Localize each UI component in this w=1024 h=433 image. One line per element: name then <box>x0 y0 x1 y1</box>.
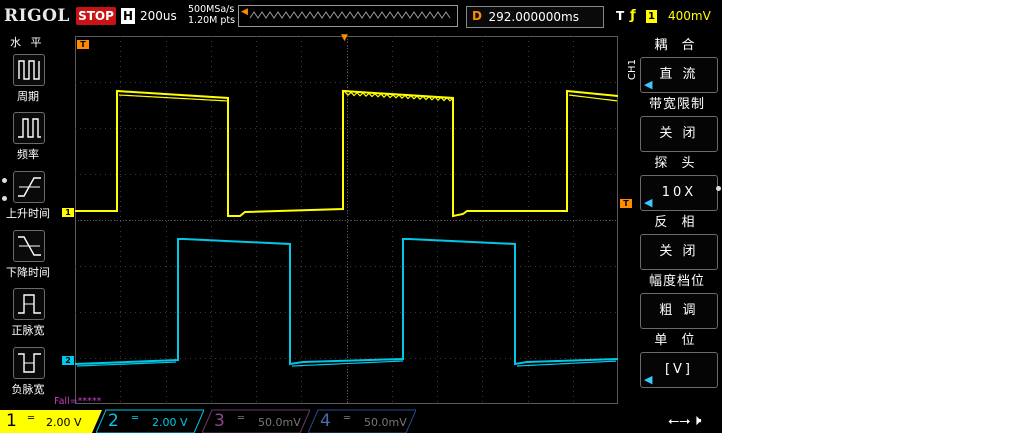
probe-value: 10X <box>661 185 697 200</box>
menu-title: 单 位 <box>654 333 700 348</box>
grid-svg <box>74 36 619 404</box>
negative-width-icon <box>13 347 45 379</box>
ch4-tab[interactable]: 4 ═ 50.0mV <box>316 410 416 431</box>
ch3-number: 3 <box>214 411 225 431</box>
ch1-number: 1 <box>6 411 17 431</box>
measure-label: 周期 <box>17 90 39 103</box>
page-indicator-icon <box>716 186 721 191</box>
scale-value: 粗 调 <box>659 303 699 318</box>
menu-title: 探 头 <box>654 156 700 171</box>
menu-volts-scale[interactable]: 幅度档位 粗 调 <box>635 272 719 329</box>
measure-period[interactable]: 周期 <box>0 54 56 106</box>
ch2-scale: 2.00 V <box>152 416 188 429</box>
status-bar: RIGOL STOP H 200us 500MSa/s 1.20M pts ◀ … <box>0 0 722 32</box>
ch1-offset-marker[interactable]: 1 <box>62 208 74 217</box>
memory-overview[interactable]: ◀ <box>238 5 458 27</box>
trigger-position-marker[interactable]: T <box>77 40 89 49</box>
rising-edge-icon: ƒ <box>630 8 636 23</box>
timebase-value[interactable]: 200us <box>140 9 177 23</box>
measure-negative-width[interactable]: 负脉宽 <box>0 347 56 399</box>
trigger-source: 1 <box>646 10 657 23</box>
channel-menu: CH1 耦 合 ◀ 直 流 带宽限制 关 闭 探 头 ◀ 10X 反 相 关 闭 <box>627 34 722 408</box>
dc-coupling-icon: ═ <box>238 413 245 424</box>
measurement-result: Fall=***** <box>54 396 102 407</box>
ch3-scale: 50.0mV <box>258 416 301 429</box>
acquisition-info: 500MSa/s 1.20M pts <box>188 4 235 26</box>
rise-time-icon <box>13 171 45 203</box>
measure-label: 下降时间 <box>6 266 50 279</box>
menu-invert[interactable]: 反 相 关 闭 <box>635 213 719 270</box>
menu-value[interactable]: ◀ 10X <box>640 175 718 211</box>
measure-label: 负脉宽 <box>11 383 45 396</box>
measure-rise-time[interactable]: 上升时间 <box>0 171 56 223</box>
menu-value[interactable]: ◀ [V] <box>640 352 718 388</box>
ch1-scale: 2.00 V <box>46 416 82 429</box>
horizontal-key[interactable]: H <box>121 8 135 24</box>
menu-coupling[interactable]: 耦 合 ◀ 直 流 <box>635 36 719 93</box>
memory-waveform-icon <box>249 11 451 19</box>
speaker-icon[interactable]: 🕨 <box>692 411 701 429</box>
measure-positive-width[interactable]: 正脉宽 <box>0 288 56 340</box>
select-arrow-icon: ◀ <box>644 373 656 386</box>
channel-bar: 1 ═ 2.00 V 2 ═ 2.00 V 3 ═ 50.0mV 4 ═ 50.… <box>0 408 722 433</box>
delay-value: 292.000000ms <box>488 10 579 24</box>
trigger-level-marker[interactable]: T <box>620 199 632 208</box>
dc-coupling-icon: ═ <box>28 413 35 424</box>
trigger-key: T <box>616 9 625 23</box>
menu-title: 反 相 <box>654 215 700 230</box>
usb-icon: ⭠⭢ <box>668 413 691 429</box>
ch4-number: 4 <box>320 411 331 431</box>
page-indicator-icon <box>2 196 7 201</box>
menu-value[interactable]: 关 闭 <box>640 234 718 270</box>
unit-value: [V] <box>664 362 694 377</box>
horizontal-measure-menu: 水 平 周期 频率 上升时间 下降时间 正脉宽 负脉宽 <box>0 34 56 408</box>
waveform-area[interactable] <box>74 36 619 404</box>
measure-label: 正脉宽 <box>11 324 45 337</box>
coupling-value: 直 流 <box>659 67 699 82</box>
sample-rate: 500MSa/s <box>188 4 235 15</box>
menu-bandwidth-limit[interactable]: 带宽限制 关 闭 <box>635 95 719 152</box>
page-indicator-icon <box>2 178 7 183</box>
bandwidth-value: 关 闭 <box>659 126 699 141</box>
run-state-badge[interactable]: STOP <box>76 7 116 25</box>
menu-probe[interactable]: 探 头 ◀ 10X <box>635 154 719 211</box>
menu-title: 幅度档位 <box>648 274 705 289</box>
menu-value[interactable]: 关 闭 <box>640 116 718 152</box>
memory-depth: 1.20M pts <box>188 15 236 26</box>
waveform-traces <box>74 89 619 367</box>
measure-frequency[interactable]: 频率 <box>0 112 56 164</box>
period-icon <box>13 54 45 86</box>
menu-unit[interactable]: 单 位 ◀ [V] <box>635 331 719 388</box>
menu-title: 带宽限制 <box>648 97 705 112</box>
fall-time-icon <box>13 230 45 262</box>
menu-value[interactable]: 粗 调 <box>640 293 718 329</box>
delay-key: D <box>472 9 482 23</box>
trigger-time-marker-icon[interactable]: ▼ <box>341 33 348 43</box>
trigger-level: 400mV <box>668 9 711 23</box>
frequency-icon <box>13 112 45 144</box>
measure-fall-time[interactable]: 下降时间 <box>0 230 56 282</box>
oscilloscope-screen: RIGOL STOP H 200us 500MSa/s 1.20M pts ◀ … <box>0 0 722 433</box>
menu-title: 耦 合 <box>654 38 700 53</box>
ch4-scale: 50.0mV <box>364 416 407 429</box>
delay-display[interactable]: D 292.000000ms <box>466 6 604 28</box>
ch2-offset-marker[interactable]: 2 <box>62 356 74 365</box>
ch2-number: 2 <box>108 411 119 431</box>
measure-label: 频率 <box>17 148 39 161</box>
ch3-tab[interactable]: 3 ═ 50.0mV <box>210 410 310 431</box>
ch1-tab[interactable]: 1 ═ 2.00 V <box>0 410 100 431</box>
trigger-display[interactable]: T ƒ 1 400mV <box>612 6 718 26</box>
dc-coupling-icon: ═ <box>344 413 351 424</box>
brand-logo: RIGOL <box>4 6 70 26</box>
ch2-tab[interactable]: 2 ═ 2.00 V <box>104 410 204 431</box>
positive-width-icon <box>13 288 45 320</box>
menu-value[interactable]: ◀ 直 流 <box>640 57 718 93</box>
menu-title: 水 平 <box>10 36 45 49</box>
invert-value: 关 闭 <box>659 244 699 259</box>
measure-label: 上升时间 <box>6 207 50 220</box>
dc-coupling-icon: ═ <box>132 413 139 424</box>
